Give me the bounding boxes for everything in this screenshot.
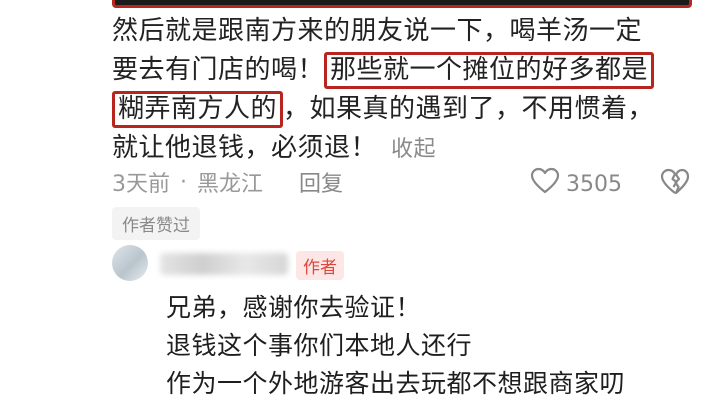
comment-line-3: 糊弄南方人的 ，如果真的遇到了，不用惯着， [112, 90, 702, 129]
comment-meta-row: 3天前 · 黑龙江 回复 3505 [112, 167, 692, 197]
collapse-link[interactable]: 收起 [391, 137, 436, 162]
comment-time: 3天前 [112, 172, 170, 197]
author-liked-badge: 作者赞过 [112, 207, 200, 240]
username-blurred[interactable] [160, 253, 288, 275]
reply-line: 作为一个外地游客出去玩都不想跟商家叨 [166, 369, 626, 398]
meta-separator: · [180, 169, 187, 195]
comment-line-1: 然后就是跟南方来的朋友说一下，喝羊汤一定 [112, 12, 702, 51]
comment-text-segment: 然后就是跟南方来的朋友说一下，喝羊汤一定 [112, 16, 643, 46]
comment-text-segment: 就让他退钱，必须退！ [112, 133, 378, 163]
comment-text-segment: ，如果真的遇到了，不用惯着， [283, 94, 655, 124]
author-badge: 作者 [296, 251, 344, 280]
comment-text: 然后就是跟南方来的朋友说一下，喝羊汤一定 要去有门店的喝！ 那些就一个摊位的好多都… [112, 12, 702, 168]
reply-text: 兄弟，感谢你去验证！ 退钱这个事你们本地人还行 作为一个外地游客出去玩都不想跟商… [166, 289, 706, 403]
like-button[interactable]: 3505 [530, 167, 622, 201]
comment-location: 黑龙江 [197, 172, 264, 197]
highlight-box: 那些就一个摊位的好多都是 [324, 52, 655, 89]
cropped-highlighted-line [112, 0, 692, 8]
broken-heart-icon[interactable] [660, 168, 690, 202]
comment-text-segment: 要去有门店的喝！ [112, 55, 325, 85]
avatar[interactable] [112, 245, 148, 281]
reply-line: 兄弟，感谢你去验证！ [166, 293, 422, 322]
reply-line: 退钱这个事你们本地人还行 [166, 331, 473, 360]
comment-line-4: 就让他退钱，必须退！ 收起 [112, 129, 702, 168]
highlight-box: 糊弄南方人的 [112, 91, 284, 128]
reply-button[interactable]: 回复 [299, 166, 343, 198]
comment-line-2: 要去有门店的喝！ 那些就一个摊位的好多都是 [112, 51, 702, 90]
like-count: 3505 [566, 171, 622, 197]
heart-outline-icon [530, 167, 560, 201]
